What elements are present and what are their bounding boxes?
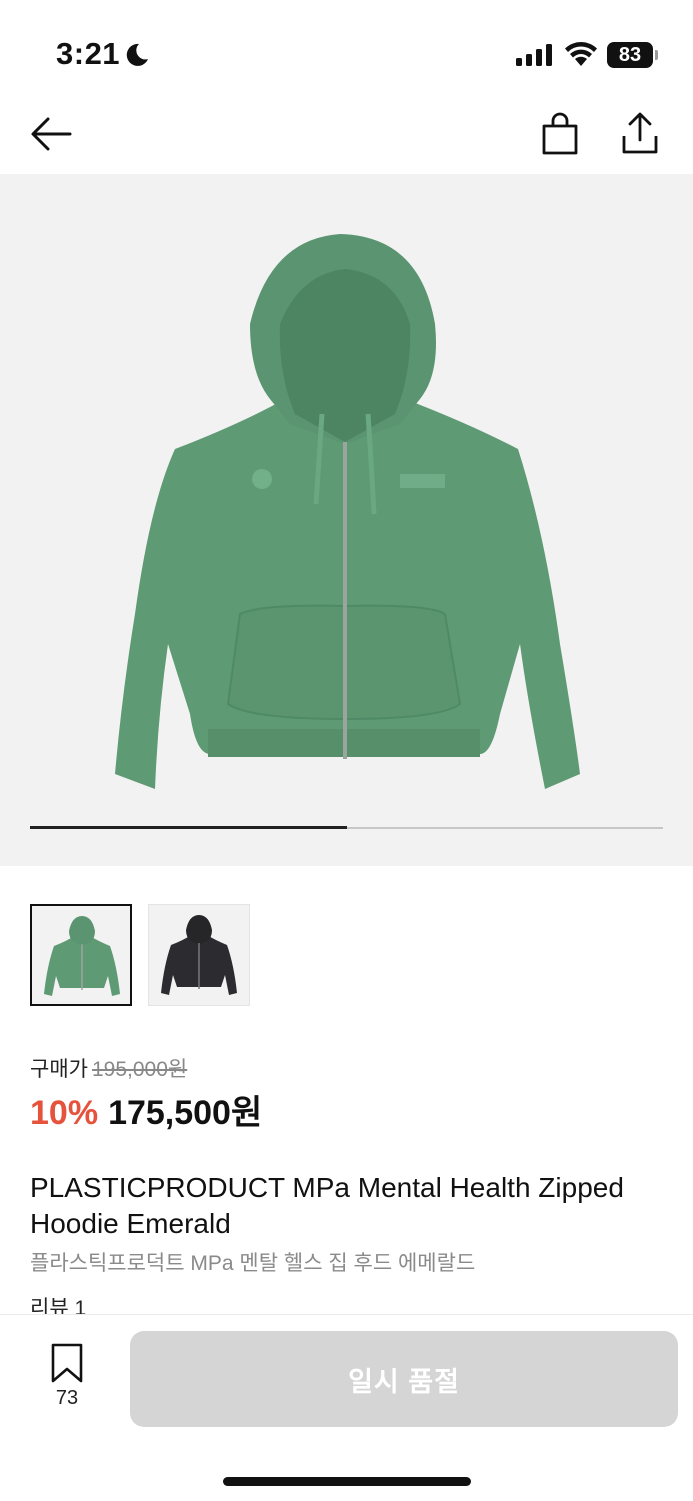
cellular-signal-icon <box>516 44 552 66</box>
status-bar: 3:21 83 <box>0 0 693 100</box>
thumbnail-black[interactable] <box>148 904 250 1006</box>
product-image <box>115 234 580 789</box>
gallery-progress-fill <box>30 826 347 829</box>
back-arrow-icon[interactable] <box>28 114 74 154</box>
price-label: 구매가 <box>30 1058 88 1081</box>
product-name-ko: 플라스틱프로덕트 MPa 멘탈 헬스 집 후드 에메랄드 <box>30 1252 476 1275</box>
bookmark-icon <box>51 1343 83 1383</box>
thumbnail-image-green <box>44 916 120 996</box>
original-price: 195,000원 <box>91 1058 188 1081</box>
moon-icon <box>126 43 148 66</box>
sale-price: 175,500원 <box>108 1094 263 1132</box>
product-name-en: PLASTICPRODUCT MPa Mental Health Zipped … <box>30 1172 624 1239</box>
price-row: 10% 175,500원 <box>30 1085 262 1134</box>
shopping-bag-icon[interactable] <box>540 112 580 156</box>
share-icon[interactable] <box>620 110 660 156</box>
battery-tip <box>655 50 658 60</box>
bottom-action-bar: 73 일시 품절 <box>0 1314 693 1501</box>
thumbnail-green[interactable] <box>30 904 132 1006</box>
wifi-icon <box>565 42 597 66</box>
bookmark-button[interactable]: 73 <box>40 1343 94 1413</box>
bookmark-count: 73 <box>55 1387 79 1409</box>
status-time: 3:21 <box>56 36 121 71</box>
battery-level: 83 <box>618 44 642 66</box>
gallery-progress-track <box>30 826 663 829</box>
product-image-gallery[interactable] <box>0 174 693 866</box>
discount-rate: 10% <box>30 1094 99 1132</box>
sold-out-button[interactable]: 일시 품절 <box>130 1331 678 1427</box>
battery-icon: 83 <box>607 42 653 68</box>
thumbnail-image-black <box>161 915 237 995</box>
price-label-row: 구매가 195,000원 <box>30 1053 187 1083</box>
home-indicator <box>223 1477 471 1486</box>
top-nav <box>0 100 693 172</box>
